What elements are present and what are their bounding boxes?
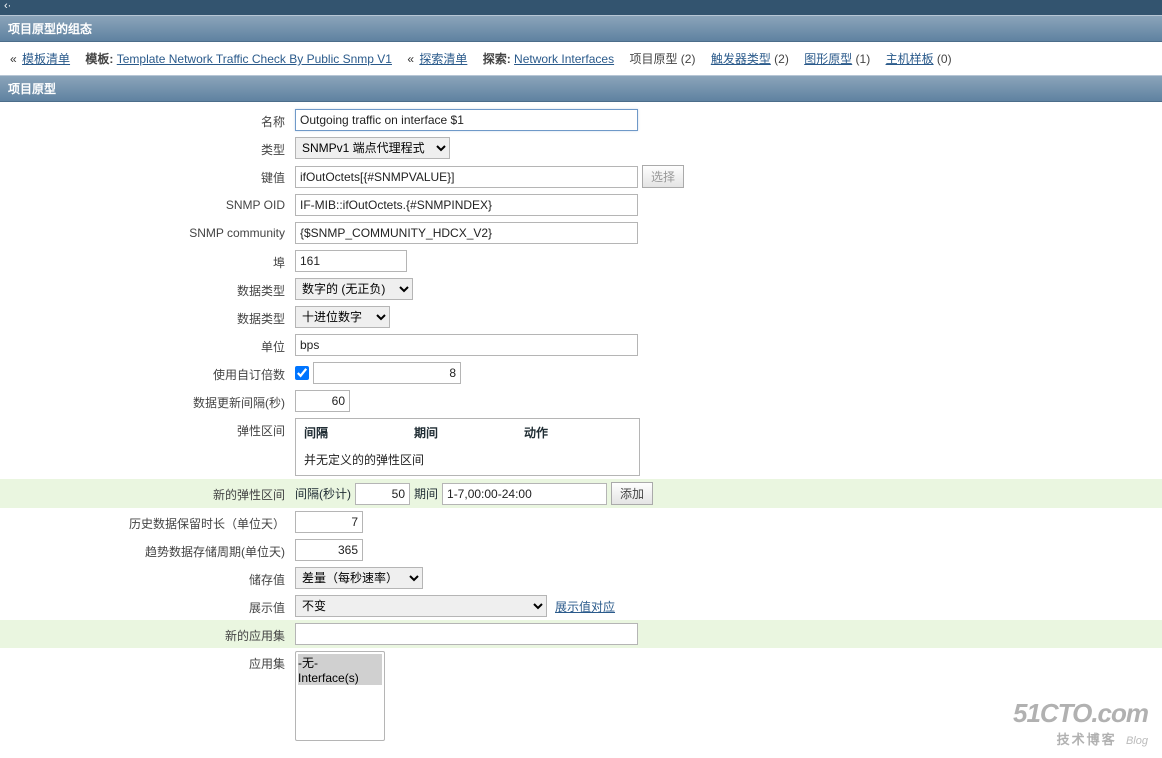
data-type-1-select[interactable]: 数字的 (无正负) <box>295 278 413 300</box>
label-key: 键值 <box>0 165 295 186</box>
multiplier-value-input[interactable] <box>313 362 461 384</box>
multiplier-checkbox[interactable] <box>295 366 309 380</box>
bc-item-proto: 项目原型 <box>629 52 677 66</box>
laquo-icon-2: « <box>407 52 414 66</box>
label-history: 历史数据保留时长（单位天） <box>0 511 295 532</box>
snmp-community-input[interactable] <box>295 222 638 244</box>
new-period-label: 期间 <box>414 485 438 502</box>
label-trend: 趋势数据存储周期(单位天) <box>0 539 295 560</box>
elastic-col-interval: 间隔 <box>304 424 414 441</box>
bc-host-proto-count: (0) <box>937 52 952 66</box>
display-value-mapping-link[interactable]: 展示值对应 <box>551 598 615 615</box>
display-value-select[interactable]: 不变 <box>295 595 547 617</box>
label-snmp-community: SNMP community <box>0 222 295 240</box>
bc-trigger-proto-count: (2) <box>774 52 789 66</box>
bc-template-link[interactable]: Template Network Traffic Check By Public… <box>117 52 392 66</box>
unit-input[interactable] <box>295 334 638 356</box>
name-input[interactable] <box>295 109 638 131</box>
label-elastic-interval: 弹性区间 <box>0 418 295 439</box>
label-port: 埠 <box>0 250 295 271</box>
app-option-none[interactable]: -无- <box>298 654 382 671</box>
elastic-empty-text: 并无定义的的弹性区间 <box>304 441 631 470</box>
add-interval-button[interactable]: 添加 <box>611 482 653 505</box>
label-name: 名称 <box>0 109 295 130</box>
bc-explore-list[interactable]: 探索清单 <box>419 52 467 66</box>
label-app-set: 应用集 <box>0 651 295 672</box>
elastic-col-action: 动作 <box>524 424 548 441</box>
app-option-interfaces[interactable]: Interface(s) <box>298 671 382 685</box>
label-snmp-oid: SNMP OID <box>0 194 295 212</box>
key-input[interactable] <box>295 166 638 188</box>
bc-template-label: 模板: <box>85 52 113 66</box>
breadcrumb: « 模板清单 模板: Template Network Traffic Chec… <box>0 42 1162 75</box>
label-multiplier: 使用自订倍数 <box>0 362 295 383</box>
label-update-interval: 数据更新间隔(秒) <box>0 390 295 411</box>
label-new-elastic: 新的弹性区间 <box>0 482 295 503</box>
top-navbar: ‹· <box>0 0 1162 15</box>
bc-graph-proto[interactable]: 图形原型 <box>804 52 852 66</box>
page-header-1: 项目原型的组态 <box>0 15 1162 42</box>
elastic-col-period: 期间 <box>414 424 524 441</box>
app-set-select[interactable]: -无- Interface(s) <box>295 651 385 741</box>
bc-graph-proto-count: (1) <box>856 52 871 66</box>
bc-item-proto-count: (2) <box>681 52 696 66</box>
label-store-value: 储存值 <box>0 567 295 588</box>
trend-input[interactable] <box>295 539 363 561</box>
update-interval-input[interactable] <box>295 390 350 412</box>
label-type: 类型 <box>0 137 295 158</box>
new-interval-label: 间隔(秒计) <box>295 485 351 502</box>
port-input[interactable] <box>295 250 407 272</box>
store-value-select[interactable]: 差量（每秒速率） <box>295 567 423 589</box>
bc-host-proto[interactable]: 主机样板 <box>886 52 934 66</box>
label-unit: 单位 <box>0 334 295 355</box>
bc-trigger-proto[interactable]: 触发器类型 <box>711 52 771 66</box>
new-interval-input[interactable] <box>355 483 410 505</box>
snmp-oid-input[interactable] <box>295 194 638 216</box>
label-display-value: 展示值 <box>0 595 295 616</box>
laquo-icon: « <box>10 52 17 66</box>
bc-template-list[interactable]: 模板清单 <box>22 52 70 66</box>
data-type-2-select[interactable]: 十进位数字 <box>295 306 390 328</box>
bc-explore-label: 探索: <box>483 52 511 66</box>
elastic-intervals-box: 间隔 期间 动作 并无定义的的弹性区间 <box>295 418 640 476</box>
type-select[interactable]: SNMPv1 端点代理程式 <box>295 137 450 159</box>
form-area: 名称 类型 SNMPv1 端点代理程式 键值 选择 SNMP OID SNMP … <box>0 106 1162 744</box>
bc-explore-link[interactable]: Network Interfaces <box>514 52 614 66</box>
select-key-button[interactable]: 选择 <box>642 165 684 188</box>
label-data-type-2: 数据类型 <box>0 306 295 327</box>
history-input[interactable] <box>295 511 363 533</box>
label-data-type-1: 数据类型 <box>0 278 295 299</box>
label-new-app-set: 新的应用集 <box>0 623 295 644</box>
new-period-input[interactable] <box>442 483 607 505</box>
new-app-set-input[interactable] <box>295 623 638 645</box>
page-header-2: 项目原型 <box>0 75 1162 102</box>
